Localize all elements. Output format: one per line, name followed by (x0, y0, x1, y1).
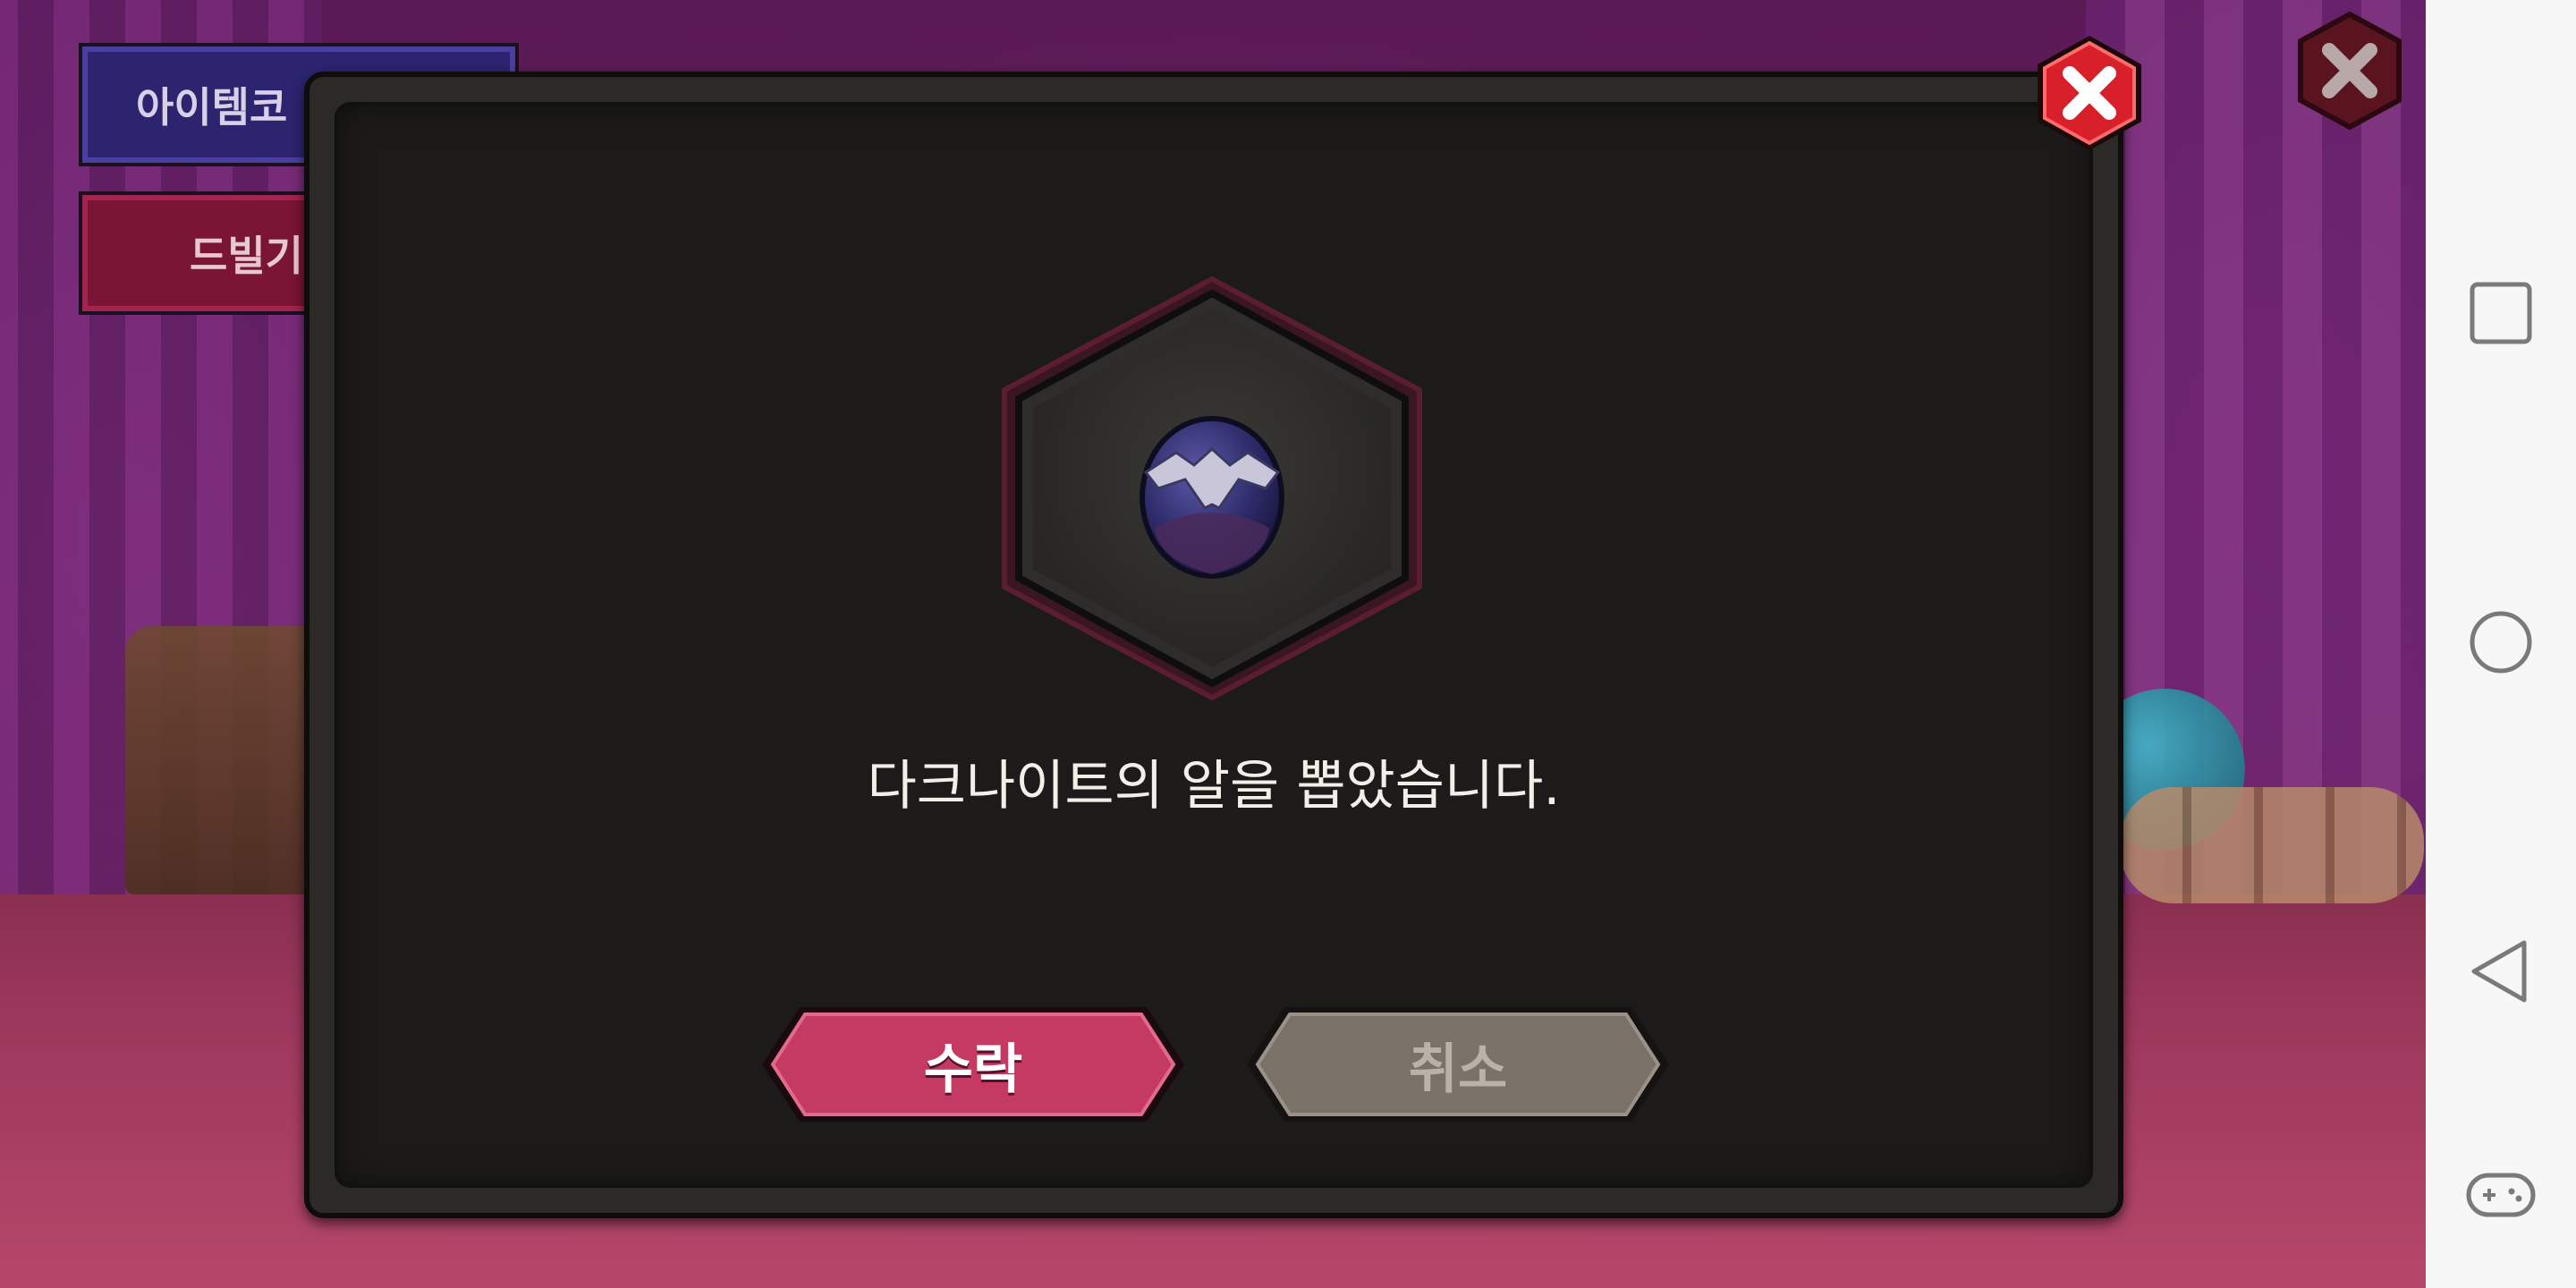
cancel-label: 취소 (1408, 1038, 1508, 1101)
game-controller-icon[interactable] (2465, 1159, 2537, 1231)
accept-label: 수락 (923, 1038, 1023, 1101)
close-icon[interactable] (2027, 30, 2152, 156)
reward-frame (1002, 275, 1422, 701)
dark-knight-egg-icon (1140, 416, 1284, 579)
background-close-icon[interactable] (2290, 11, 2410, 131)
cancel-button[interactable]: 취소 (1243, 1004, 1673, 1125)
result-message: 다크나이트의 알을 뽑았습니다. (867, 755, 1561, 818)
recent-apps-icon[interactable] (2465, 277, 2537, 349)
home-icon[interactable] (2465, 606, 2537, 678)
accept-button[interactable]: 수락 (758, 1004, 1188, 1125)
item-code-label: 아이템코 (136, 83, 288, 131)
dribble-label: 드빌기 (190, 232, 303, 280)
scrolls (2120, 787, 2424, 903)
back-icon[interactable] (2465, 936, 2537, 1007)
android-nav-bar (2426, 0, 2576, 1288)
